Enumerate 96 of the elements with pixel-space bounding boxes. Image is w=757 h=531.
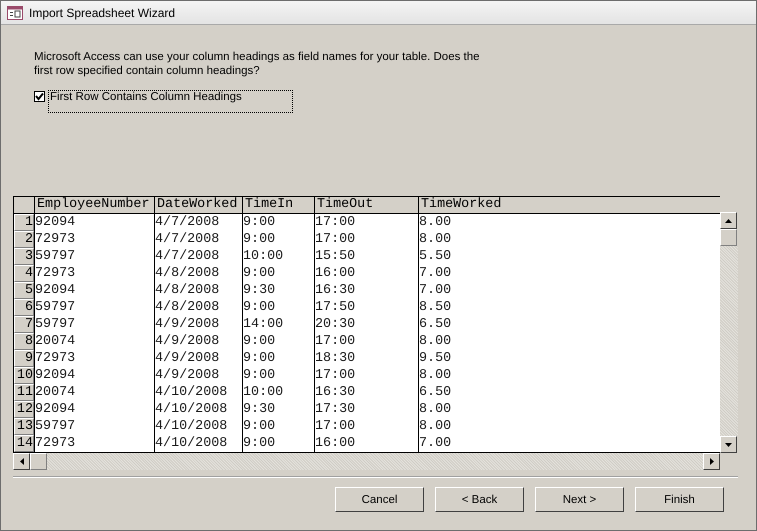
row-header[interactable]: 12 [14,401,34,418]
table-cell: 92094 [34,282,154,299]
table-cell: 72973 [34,435,154,452]
row-header[interactable]: 4 [14,265,34,282]
down-arrow-icon [725,442,732,446]
table-cell: 20074 [34,333,154,350]
table-cell: 17:00 [314,231,418,248]
row-header[interactable]: 6 [14,299,34,316]
row-header[interactable]: 7 [14,316,34,333]
table-cell: 16:30 [314,384,418,401]
wizard-button[interactable]: Finish [635,487,724,512]
right-arrow-icon [710,458,714,465]
table-cell: 16:00 [314,435,418,452]
table-cell: 16:30 [314,282,418,299]
table-cell: 9:30 [242,401,314,418]
table-cell: 59797 [34,418,154,435]
row-header[interactable]: 2 [14,231,34,248]
table-cell: 9:00 [242,231,314,248]
vertical-scrollbar[interactable] [720,212,738,453]
table-cell: 16:00 [314,265,418,282]
row-header[interactable]: 11 [14,384,34,401]
table-cell: 9:00 [242,214,314,231]
check-icon [35,92,44,101]
table-cell: 10:00 [242,248,314,265]
table-cell: 92094 [34,401,154,418]
column-header[interactable]: DateWorked [154,197,242,214]
table-cell: 9:00 [242,367,314,384]
table-cell: 4/9/2008 [154,333,242,350]
row-header[interactable]: 8 [14,333,34,350]
table-cell: 9:00 [242,350,314,367]
table-cell: 72973 [34,265,154,282]
row-header[interactable]: 13 [14,418,34,435]
table-cell: 10:00 [242,384,314,401]
window-title: Import Spreadsheet Wizard [29,6,176,20]
table-cell: 59797 [34,316,154,333]
row-header[interactable]: 3 [14,248,34,265]
table-cell: 17:00 [314,214,418,231]
table-cell: 9:00 [242,299,314,316]
checkbox[interactable] [34,91,45,102]
window-icon [7,6,23,20]
table-cell: 17:00 [314,333,418,350]
table-cell: 17:00 [314,367,418,384]
table-cell: 92094 [34,214,154,231]
table-cell: 4/9/2008 [154,350,242,367]
table-cell: 4/8/2008 [154,282,242,299]
table-cell: 17:50 [314,299,418,316]
row-header[interactable]: 1 [14,214,34,231]
table-cell: 9:00 [242,418,314,435]
table-cell: 4/10/2008 [154,418,242,435]
table-cell: 4/9/2008 [154,367,242,384]
row-header[interactable]: 10 [14,367,34,384]
table-cell: 15:50 [314,248,418,265]
horizontal-scrollbar[interactable] [13,453,720,470]
wizard-button[interactable]: Next > [535,487,624,512]
table-cell: 4/9/2008 [154,316,242,333]
table-cell: 17:00 [314,418,418,435]
scroll-up-button[interactable] [720,212,737,229]
column-header[interactable]: TimeWorked [418,197,721,214]
table-cell: 4/7/2008 [154,214,242,231]
scroll-down-button[interactable] [720,436,737,453]
table-cell: 4/8/2008 [154,265,242,282]
table-cell: 4/8/2008 [154,299,242,316]
left-arrow-icon [20,458,24,465]
column-header[interactable]: TimeOut [314,197,418,214]
table-cell: 4/7/2008 [154,248,242,265]
instructions-text: Microsoft Access can use your column headings as field names for your table. Does the first row specified contain column headings? [34,50,481,78]
table-cell: 59797 [34,299,154,316]
up-arrow-icon [725,218,732,222]
scroll-thumb[interactable] [720,229,737,246]
table-cell: 92094 [34,367,154,384]
table-cell: 9:00 [242,435,314,452]
table-cell: 9:30 [242,282,314,299]
table-cell: 59797 [34,248,154,265]
wizard-button[interactable]: < Back [435,487,524,512]
scroll-left-button[interactable] [13,453,30,470]
row-header[interactable]: 9 [14,350,34,367]
scroll-right-button[interactable] [703,453,720,470]
table-cell: 72973 [34,231,154,248]
table-cell: 17:30 [314,401,418,418]
table-cell: 20074 [34,384,154,401]
table-cell: 4/10/2008 [154,435,242,452]
row-header[interactable]: 5 [14,282,34,299]
table-cell: 9:00 [242,265,314,282]
table-cell: 4/10/2008 [154,401,242,418]
table-cell: 72973 [34,350,154,367]
table-cell: 9:00 [242,333,314,350]
row-header[interactable]: 14 [14,435,34,452]
table-cell: 14:00 [242,316,314,333]
column-header[interactable]: EmployeeNumber [34,197,154,214]
table-cell: 4/10/2008 [154,384,242,401]
scroll-thumb[interactable] [30,453,47,470]
column-header[interactable]: TimeIn [242,197,314,214]
wizard-button[interactable]: Cancel [335,487,424,512]
table-cell: 4/7/2008 [154,231,242,248]
table-cell: 20:30 [314,316,418,333]
table-cell: 18:30 [314,350,418,367]
